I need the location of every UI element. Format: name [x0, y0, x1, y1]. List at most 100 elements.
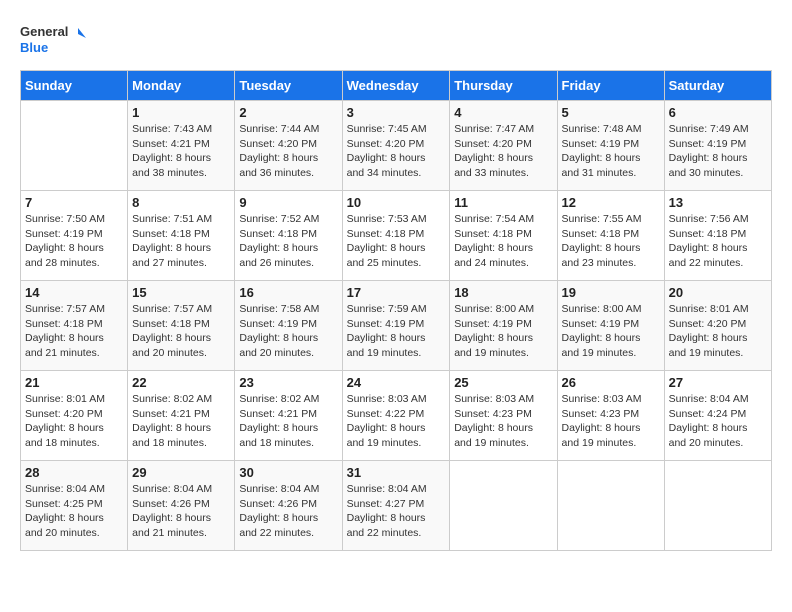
day-number: 26 — [562, 375, 660, 390]
calendar-cell: 1Sunrise: 7:43 AMSunset: 4:21 PMDaylight… — [128, 101, 235, 191]
day-number: 14 — [25, 285, 123, 300]
day-info: Sunrise: 7:53 AMSunset: 4:18 PMDaylight:… — [347, 212, 446, 271]
calendar-week-row: 28Sunrise: 8:04 AMSunset: 4:25 PMDayligh… — [21, 461, 772, 551]
day-info: Sunrise: 7:57 AMSunset: 4:18 PMDaylight:… — [132, 302, 230, 361]
calendar-cell: 11 Sunrise: 7:54 AMSunset: 4:18 PMDayligh… — [450, 191, 557, 281]
calendar-cell: 8Sunrise: 7:51 AMSunset: 4:18 PMDaylight… — [128, 191, 235, 281]
day-number: 5 — [562, 105, 660, 120]
calendar-cell — [664, 461, 771, 551]
day-number: 16 — [239, 285, 337, 300]
calendar-cell: 23Sunrise: 8:02 AMSunset: 4:21 PMDayligh… — [235, 371, 342, 461]
day-number: 27 — [669, 375, 767, 390]
col-header-sunday: Sunday — [21, 71, 128, 101]
calendar-cell: 10 Sunrise: 7:53 AMSunset: 4:18 PMDayligh… — [342, 191, 450, 281]
day-number: 10 — [347, 195, 446, 210]
day-number: 21 — [25, 375, 123, 390]
day-info: Sunrise: 8:04 AMSunset: 4:27 PMDaylight:… — [347, 482, 446, 541]
day-info: Sunrise: 8:02 AMSunset: 4:21 PMDaylight:… — [132, 392, 230, 451]
day-info: Sunrise: 7:49 AMSunset: 4:19 PMDaylight:… — [669, 122, 767, 181]
calendar-cell: 2 Sunrise: 7:44 AMSunset: 4:20 PMDaylight… — [235, 101, 342, 191]
calendar-cell: 29 Sunrise: 8:04 AMSunset: 4:26 PMDayligh… — [128, 461, 235, 551]
day-info: Sunrise: 8:03 AMSunset: 4:23 PMDaylight:… — [454, 392, 552, 451]
calendar-cell: 30 Sunrise: 8:04 AMSunset: 4:26 PMDayligh… — [235, 461, 342, 551]
calendar-table: SundayMondayTuesdayWednesdayThursdayFrid… — [20, 70, 772, 551]
calendar-cell: 5Sunrise: 7:48 AMSunset: 4:19 PMDaylight… — [557, 101, 664, 191]
col-header-monday: Monday — [128, 71, 235, 101]
day-number: 17 — [347, 285, 446, 300]
day-info: Sunrise: 7:57 AMSunset: 4:18 PMDaylight:… — [25, 302, 123, 361]
col-header-thursday: Thursday — [450, 71, 557, 101]
day-info: Sunrise: 8:03 AMSunset: 4:22 PMDaylight:… — [347, 392, 446, 451]
day-info: Sunrise: 7:56 AMSunset: 4:18 PMDaylight:… — [669, 212, 767, 271]
col-header-wednesday: Wednesday — [342, 71, 450, 101]
calendar-cell: 15 Sunrise: 7:57 AMSunset: 4:18 PMDayligh… — [128, 281, 235, 371]
calendar-cell: 18 Sunrise: 8:00 AMSunset: 4:19 PMDayligh… — [450, 281, 557, 371]
calendar-cell: 31 Sunrise: 8:04 AMSunset: 4:27 PMDayligh… — [342, 461, 450, 551]
day-number: 15 — [132, 285, 230, 300]
calendar-week-row: 14 Sunrise: 7:57 AMSunset: 4:18 PMDayligh… — [21, 281, 772, 371]
day-number: 4 — [454, 105, 552, 120]
day-info: Sunrise: 7:55 AMSunset: 4:18 PMDaylight:… — [562, 212, 660, 271]
calendar-cell: 19Sunrise: 8:00 AMSunset: 4:19 PMDayligh… — [557, 281, 664, 371]
svg-text:General: General — [20, 24, 68, 39]
day-info: Sunrise: 8:03 AMSunset: 4:23 PMDaylight:… — [562, 392, 660, 451]
calendar-cell: 27 Sunrise: 8:04 AMSunset: 4:24 PMDayligh… — [664, 371, 771, 461]
day-number: 7 — [25, 195, 123, 210]
calendar-cell: 12 Sunrise: 7:55 AMSunset: 4:18 PMDayligh… — [557, 191, 664, 281]
calendar-cell: 24 Sunrise: 8:03 AMSunset: 4:22 PMDayligh… — [342, 371, 450, 461]
day-number: 31 — [347, 465, 446, 480]
day-number: 11 — [454, 195, 552, 210]
calendar-header-row: SundayMondayTuesdayWednesdayThursdayFrid… — [21, 71, 772, 101]
day-number: 25 — [454, 375, 552, 390]
day-info: Sunrise: 7:45 AMSunset: 4:20 PMDaylight:… — [347, 122, 446, 181]
col-header-tuesday: Tuesday — [235, 71, 342, 101]
calendar-cell — [557, 461, 664, 551]
day-info: Sunrise: 7:58 AMSunset: 4:19 PMDaylight:… — [239, 302, 337, 361]
day-info: Sunrise: 7:50 AMSunset: 4:19 PMDaylight:… — [25, 212, 123, 271]
day-info: Sunrise: 8:00 AMSunset: 4:19 PMDaylight:… — [454, 302, 552, 361]
page-header: General Blue — [20, 20, 772, 60]
day-number: 24 — [347, 375, 446, 390]
calendar-cell: 4 Sunrise: 7:47 AMSunset: 4:20 PMDaylight… — [450, 101, 557, 191]
calendar-cell: 22 Sunrise: 8:02 AMSunset: 4:21 PMDayligh… — [128, 371, 235, 461]
calendar-cell: 17 Sunrise: 7:59 AMSunset: 4:19 PMDayligh… — [342, 281, 450, 371]
day-info: Sunrise: 8:04 AMSunset: 4:26 PMDaylight:… — [132, 482, 230, 541]
day-number: 8 — [132, 195, 230, 210]
day-number: 20 — [669, 285, 767, 300]
col-header-friday: Friday — [557, 71, 664, 101]
day-number: 1 — [132, 105, 230, 120]
day-number: 12 — [562, 195, 660, 210]
day-info: Sunrise: 8:01 AMSunset: 4:20 PMDaylight:… — [25, 392, 123, 451]
calendar-cell: 26 Sunrise: 8:03 AMSunset: 4:23 PMDayligh… — [557, 371, 664, 461]
day-info: Sunrise: 7:47 AMSunset: 4:20 PMDaylight:… — [454, 122, 552, 181]
calendar-cell: 25 Sunrise: 8:03 AMSunset: 4:23 PMDayligh… — [450, 371, 557, 461]
day-info: Sunrise: 8:01 AMSunset: 4:20 PMDaylight:… — [669, 302, 767, 361]
calendar-cell: 6 Sunrise: 7:49 AMSunset: 4:19 PMDaylight… — [664, 101, 771, 191]
day-number: 29 — [132, 465, 230, 480]
calendar-cell: 13Sunrise: 7:56 AMSunset: 4:18 PMDayligh… — [664, 191, 771, 281]
day-info: Sunrise: 7:44 AMSunset: 4:20 PMDaylight:… — [239, 122, 337, 181]
day-info: Sunrise: 8:02 AMSunset: 4:21 PMDaylight:… — [239, 392, 337, 451]
day-info: Sunrise: 8:04 AMSunset: 4:24 PMDaylight:… — [669, 392, 767, 451]
day-info: Sunrise: 7:54 AMSunset: 4:18 PMDaylight:… — [454, 212, 552, 271]
calendar-cell: 3Sunrise: 7:45 AMSunset: 4:20 PMDaylight… — [342, 101, 450, 191]
day-number: 28 — [25, 465, 123, 480]
day-number: 6 — [669, 105, 767, 120]
col-header-saturday: Saturday — [664, 71, 771, 101]
calendar-cell: 14 Sunrise: 7:57 AMSunset: 4:18 PMDayligh… — [21, 281, 128, 371]
calendar-cell: 7 Sunrise: 7:50 AMSunset: 4:19 PMDaylight… — [21, 191, 128, 281]
calendar-cell: 9Sunrise: 7:52 AMSunset: 4:18 PMDaylight… — [235, 191, 342, 281]
day-info: Sunrise: 8:00 AMSunset: 4:19 PMDaylight:… — [562, 302, 660, 361]
day-number: 18 — [454, 285, 552, 300]
calendar-week-row: 7 Sunrise: 7:50 AMSunset: 4:19 PMDaylight… — [21, 191, 772, 281]
calendar-cell: 28Sunrise: 8:04 AMSunset: 4:25 PMDayligh… — [21, 461, 128, 551]
day-number: 2 — [239, 105, 337, 120]
day-info: Sunrise: 7:59 AMSunset: 4:19 PMDaylight:… — [347, 302, 446, 361]
day-info: Sunrise: 8:04 AMSunset: 4:26 PMDaylight:… — [239, 482, 337, 541]
calendar-cell: 16 Sunrise: 7:58 AMSunset: 4:19 PMDayligh… — [235, 281, 342, 371]
day-number: 30 — [239, 465, 337, 480]
calendar-week-row: 1Sunrise: 7:43 AMSunset: 4:21 PMDaylight… — [21, 101, 772, 191]
logo: General Blue — [20, 20, 90, 60]
day-number: 22 — [132, 375, 230, 390]
day-number: 9 — [239, 195, 337, 210]
